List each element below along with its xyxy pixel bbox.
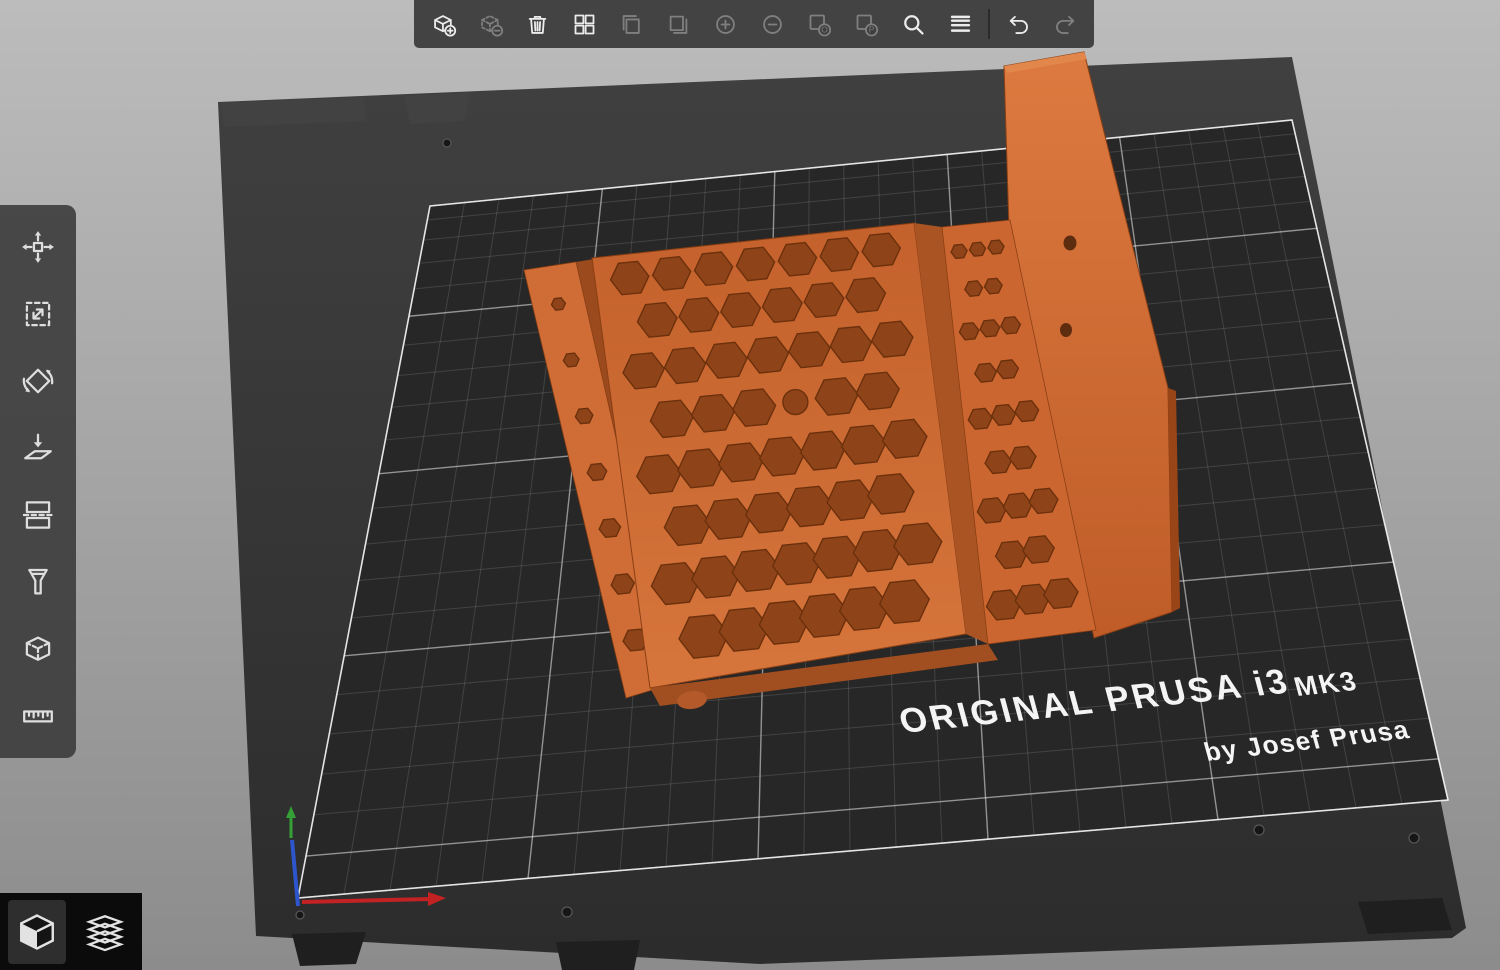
- split-to-objects-button[interactable]: O: [796, 2, 842, 46]
- scale-arrow-icon: [20, 296, 56, 332]
- toolbar-separator: [988, 9, 990, 39]
- paste-icon: [665, 11, 692, 38]
- split-objects-icon: O: [806, 11, 833, 38]
- undo-button[interactable]: [995, 2, 1041, 46]
- measure-button[interactable]: [8, 686, 68, 746]
- place-on-face-icon: [20, 430, 56, 466]
- trash-icon: [524, 11, 551, 38]
- cut-planes-icon: [20, 497, 56, 533]
- seam-painting-button[interactable]: [8, 619, 68, 679]
- move-gizmo-button[interactable]: [8, 217, 68, 277]
- minus-circle-icon: [759, 11, 786, 38]
- cube-minus-icon: [477, 11, 504, 38]
- cut-gizmo-button[interactable]: [8, 485, 68, 545]
- arrange-grid-icon: [571, 11, 598, 38]
- arrange-button[interactable]: [561, 2, 607, 46]
- search-icon: [900, 11, 927, 38]
- editor-3d-toggle[interactable]: [8, 900, 66, 964]
- rotate-gizmo-button[interactable]: [8, 351, 68, 411]
- viewport-3d[interactable]: ORIGINAL PRUSA i3 MK3 by Josef Prusa: [0, 0, 1500, 970]
- svg-text:P: P: [868, 24, 874, 34]
- redo-arrow-icon: [1052, 11, 1079, 38]
- ruler-icon: [20, 698, 56, 734]
- seam-cube-icon: [20, 631, 56, 667]
- delete-object-button[interactable]: [467, 2, 513, 46]
- paint-supports-button[interactable]: [8, 552, 68, 612]
- add-object-button[interactable]: [420, 2, 466, 46]
- svg-text:O: O: [821, 24, 828, 34]
- variable-layer-height-button[interactable]: [937, 2, 983, 46]
- preview-toggle[interactable]: [76, 900, 134, 964]
- view-toggle-panel: [0, 893, 142, 970]
- copy-icon: [618, 11, 645, 38]
- plus-circle-icon: [712, 11, 739, 38]
- rotate-diamond-icon: [20, 363, 56, 399]
- cube-solid-icon: [16, 911, 58, 953]
- paste-button[interactable]: [655, 2, 701, 46]
- split-to-parts-button[interactable]: P: [843, 2, 889, 46]
- add-instance-button[interactable]: [702, 2, 748, 46]
- search-button[interactable]: [890, 2, 936, 46]
- place-on-face-gizmo-button[interactable]: [8, 418, 68, 478]
- remove-instance-button[interactable]: [749, 2, 795, 46]
- left-toolbar: [0, 205, 76, 758]
- paint-funnel-icon: [20, 564, 56, 600]
- copy-button[interactable]: [608, 2, 654, 46]
- slicer-3d-view: ORIGINAL PRUSA i3 MK3 by Josef Prusa: [0, 0, 1500, 970]
- bed-brand-model: MK3: [1290, 665, 1361, 702]
- scale-gizmo-button[interactable]: [8, 284, 68, 344]
- delete-all-button[interactable]: [514, 2, 560, 46]
- redo-button[interactable]: [1042, 2, 1088, 46]
- top-toolbar: O P: [414, 0, 1094, 48]
- cube-plus-icon: [430, 11, 457, 38]
- layers-stack-icon: [84, 911, 126, 953]
- undo-arrow-icon: [1005, 11, 1032, 38]
- split-parts-icon: P: [853, 11, 880, 38]
- layers-lines-icon: [947, 11, 974, 38]
- move-arrows-icon: [20, 229, 56, 265]
